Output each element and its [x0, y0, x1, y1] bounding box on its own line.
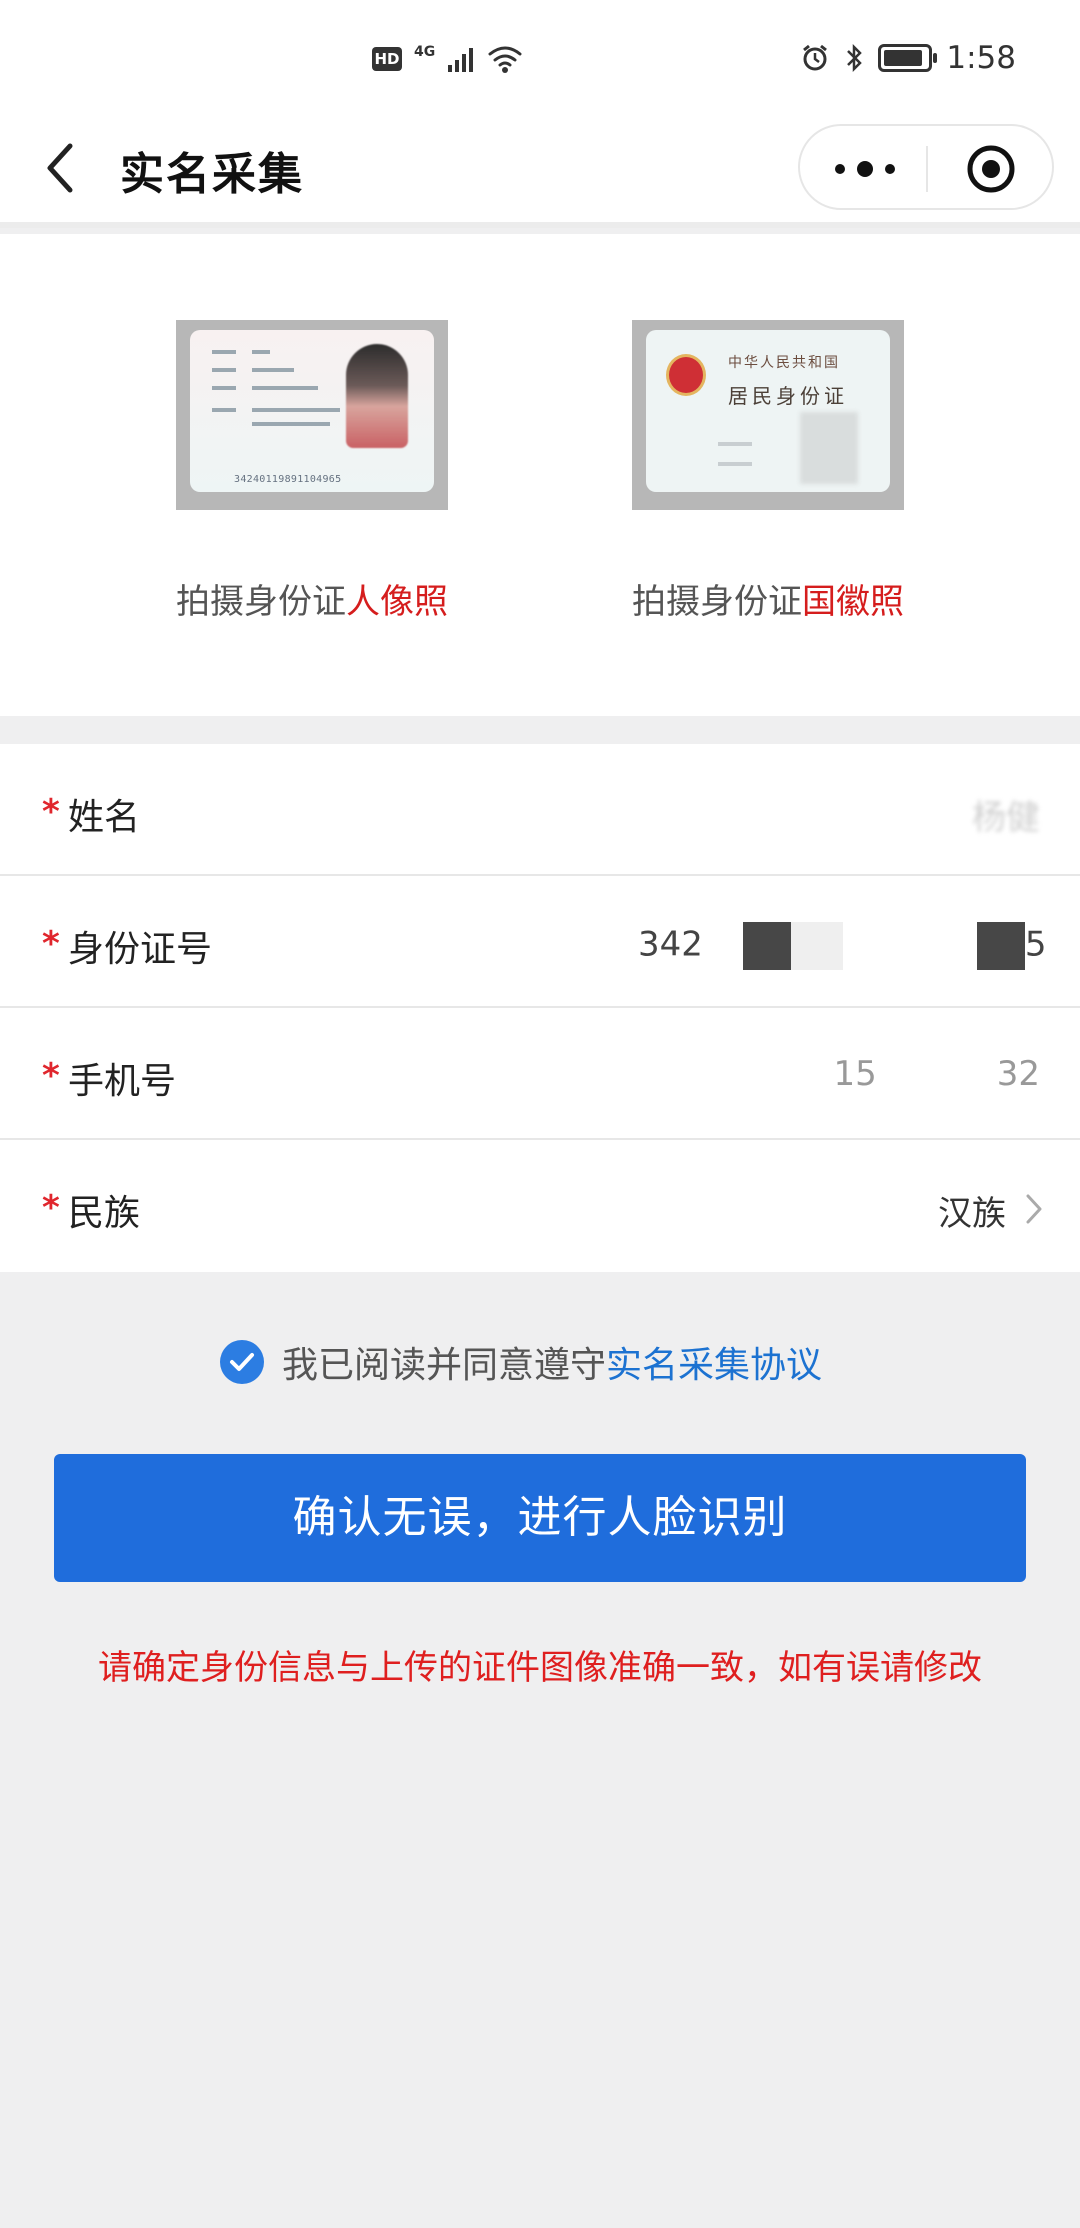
status-bar: HD 4G 1:58 [0, 0, 1080, 110]
bluetooth-icon [847, 43, 863, 73]
id-number-value[interactable]: 342 5 [638, 922, 1047, 970]
id-front-card-image: 34240119891104965 [190, 330, 434, 492]
system-status: 1:58 [800, 40, 1016, 76]
navigation-bar: 实名采集 [0, 110, 1080, 228]
id-number-end: 5 [1024, 924, 1047, 965]
card-type-title: 居民身份证 [728, 384, 848, 408]
front-caption-prefix: 拍摄身份证 [176, 582, 346, 622]
card-country-title: 中华人民共和国 [728, 355, 840, 371]
phone-end: 32 [996, 1054, 1040, 1094]
privacy-mask [976, 922, 1025, 970]
front-caption-highlight: 人像照 [346, 582, 448, 622]
required-marker: * [42, 1056, 60, 1096]
network-type: 4G [414, 44, 436, 60]
id-front-photo[interactable]: 34240119891104965 [176, 320, 448, 510]
ethnicity-row[interactable]: * 民族 汉族 [0, 1140, 1080, 1272]
agreement-row: 我已阅读并同意遵守实名采集协议 [220, 1338, 822, 1386]
agreement-link[interactable]: 实名采集协议 [606, 1345, 822, 1386]
phone-label: 手机号 [68, 1061, 177, 1102]
required-marker: * [42, 792, 60, 832]
signal-icon [448, 48, 474, 72]
phone-start: 15 [833, 1054, 877, 1094]
target-icon[interactable] [966, 144, 1016, 194]
network-status: HD 4G [372, 44, 523, 74]
id-number-label: 身份证号 [68, 929, 213, 970]
clock-time: 1:58 [946, 40, 1016, 76]
ethnicity-value[interactable]: 汉族 [938, 1186, 1006, 1235]
id-number-start: 342 [638, 924, 703, 965]
agreement-text: 我已阅读并同意遵守实名采集协议 [282, 1336, 822, 1388]
required-marker: * [42, 924, 60, 964]
id-back-card-image: 中华人民共和国 居民身份证 [646, 330, 890, 492]
ethnicity-label: 民族 [68, 1193, 141, 1234]
check-icon[interactable] [220, 1340, 264, 1384]
capsule-divider [926, 146, 928, 192]
wifi-icon [488, 46, 522, 73]
page-title: 实名采集 [120, 149, 304, 200]
name-value[interactable]: 杨健 [972, 790, 1040, 839]
warning-message: 请确定身份信息与上传的证件图像准确一致，如有误请修改 [98, 1648, 982, 1688]
blurred-info [800, 412, 858, 484]
back-caption-prefix: 拍摄身份证 [632, 582, 802, 622]
required-marker: * [42, 1188, 60, 1228]
hd-badge: HD [372, 47, 402, 71]
id-photo-section: 34240119891104965 中华人民共和国 居民身份证 拍摄身份证人像照… [0, 234, 1080, 716]
privacy-mask [790, 922, 843, 970]
chevron-right-icon[interactable] [1024, 1192, 1046, 1226]
national-emblem-icon [666, 354, 706, 396]
blurred-portrait [346, 344, 408, 448]
back-caption-highlight: 国徽照 [802, 582, 904, 622]
front-photo-caption: 拍摄身份证人像照 [72, 574, 552, 623]
agreement-prefix: 我已阅读并同意遵守 [282, 1345, 607, 1386]
confirm-face-recognition-button[interactable]: 确认无误，进行人脸识别 [54, 1454, 1026, 1582]
name-row[interactable]: * 姓名 杨健 [0, 744, 1080, 876]
privacy-mask [742, 922, 791, 970]
back-arrow-icon[interactable] [36, 136, 84, 200]
id-back-photo[interactable]: 中华人民共和国 居民身份证 [632, 320, 904, 510]
phone-value[interactable]: 15 32 [833, 1054, 1040, 1094]
mini-program-capsule [798, 124, 1054, 210]
id-card-number: 34240119891104965 [234, 474, 342, 485]
id-number-row[interactable]: * 身份证号 342 5 [0, 876, 1080, 1008]
more-icon[interactable] [830, 152, 900, 186]
battery-icon [878, 44, 938, 72]
name-label: 姓名 [68, 797, 141, 838]
back-photo-caption: 拍摄身份证国徽照 [528, 574, 1008, 623]
phone-row[interactable]: * 手机号 15 32 [0, 1008, 1080, 1140]
identity-form: * 姓名 杨健 * 身份证号 342 5 * 手机号 15 32 * 民族 汉族 [0, 744, 1080, 1272]
alarm-icon [803, 44, 828, 71]
